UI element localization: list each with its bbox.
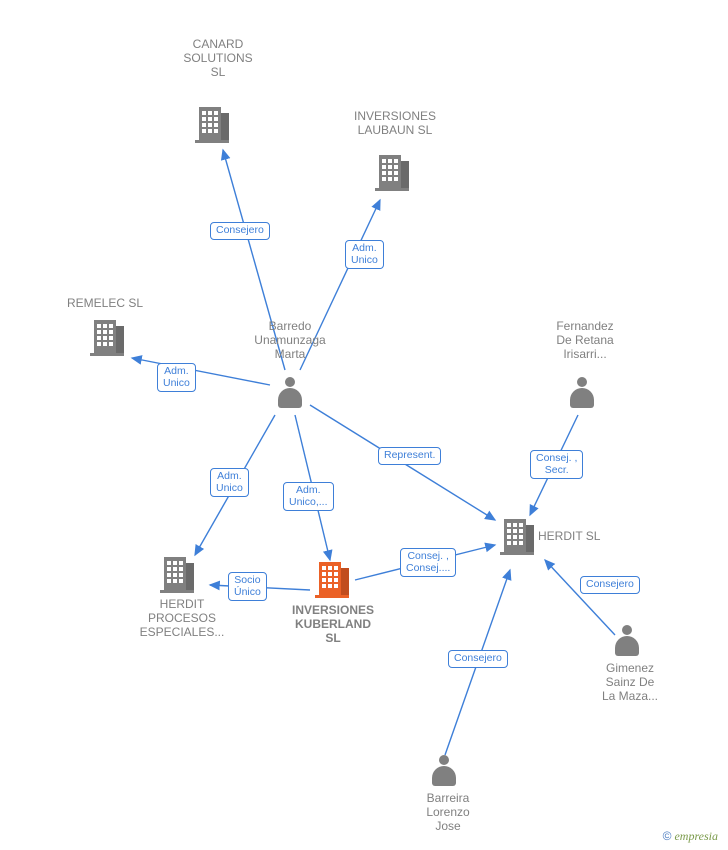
building-icon-herditproc[interactable]: [160, 555, 194, 593]
building-icon-kuberland[interactable]: [315, 560, 349, 598]
edge-label-admunico-laubaun: Adm. Unico: [345, 240, 384, 269]
person-icon-fernandez[interactable]: [568, 377, 596, 409]
node-label-gimenez: Gimenez Sainz De La Maza...: [590, 662, 670, 703]
edge-label-consejconsej: Consej. , Consej....: [400, 548, 456, 577]
edge-label-consejero-barreira: Consejero: [448, 650, 508, 668]
person-icon-gimenez[interactable]: [613, 625, 641, 657]
edge-label-admunico-remelec: Adm. Unico: [157, 363, 196, 392]
edge-label-consejero-gimenez: Consejero: [580, 576, 640, 594]
edge-admunico-remelec: [132, 358, 270, 385]
footer-copyright: © empresia: [663, 829, 718, 844]
edge-consejero-gimenez: [545, 560, 615, 635]
node-label-laubaun: INVERSIONES LAUBAUN SL: [340, 110, 450, 138]
building-icon-canard[interactable]: [195, 105, 229, 143]
building-icon-herdit[interactable]: [500, 517, 534, 555]
edge-label-represent: Represent.: [378, 447, 441, 465]
node-label-barreira: Barreira Lorenzo Jose: [408, 792, 488, 833]
node-label-fernandez: Fernandez De Retana Irisarri...: [540, 320, 630, 361]
edge-label-admunico-kuberland: Adm. Unico,...: [283, 482, 334, 511]
building-icon-remelec[interactable]: [90, 318, 124, 356]
person-icon-barreira[interactable]: [430, 755, 458, 787]
edge-label-sociounico: Socio Único: [228, 572, 267, 601]
person-icon-barredo[interactable]: [276, 377, 304, 409]
node-label-herditproc: HERDIT PROCESOS ESPECIALES...: [128, 598, 236, 639]
footer-brand: empresia: [674, 829, 718, 843]
copyright-symbol: ©: [663, 829, 672, 843]
node-label-herdit: HERDIT SL: [538, 530, 608, 544]
node-label-canard: CANARD SOLUTIONS SL: [168, 38, 268, 79]
edge-label-admunico-herditproc: Adm. Unico: [210, 468, 249, 497]
node-label-kuberland: INVERSIONES KUBERLAND SL: [278, 604, 388, 645]
building-icon-laubaun[interactable]: [375, 153, 409, 191]
node-label-barredo: Barredo Unamunzaga Marta: [240, 320, 340, 361]
edge-label-consejsecr: Consej. , Secr.: [530, 450, 583, 479]
edge-label-consejero-1: Consejero: [210, 222, 270, 240]
node-label-remelec: REMELEC SL: [55, 297, 155, 311]
